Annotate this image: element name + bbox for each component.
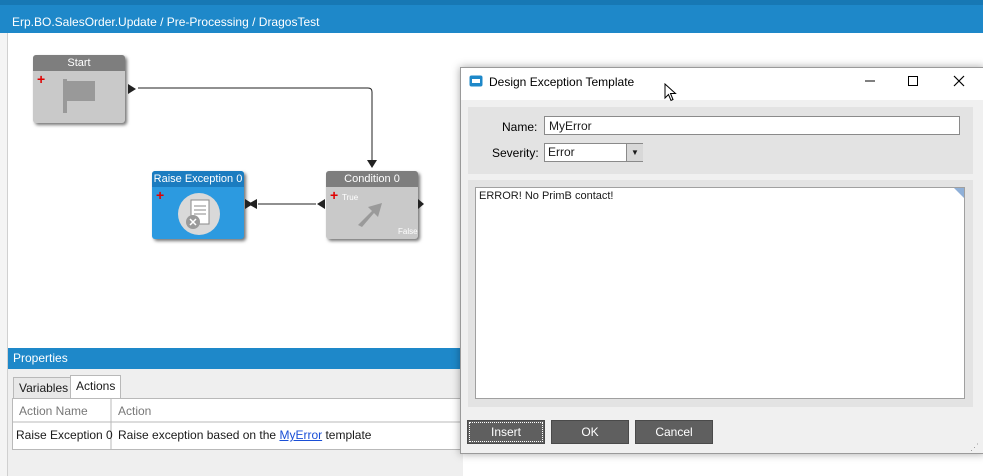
add-icon[interactable]: + [330,188,338,202]
insert-button[interactable]: Insert [467,420,545,444]
properties-title: Properties [13,351,68,365]
start-node[interactable]: Start + [33,55,125,123]
raise-exception-node[interactable]: Raise Exception 0 + [152,171,244,239]
chevron-down-icon[interactable]: ▼ [626,144,643,161]
start-output-port[interactable] [128,84,136,94]
raise-exception-node-title: Raise Exception 0 [152,171,244,187]
severity-label: Severity: [492,146,539,160]
corner-marker-icon [954,188,964,198]
maximize-icon [908,76,918,86]
action-text-suffix: template [322,428,372,442]
template-link[interactable]: MyError [279,428,322,442]
close-icon [953,75,965,87]
tab-variables[interactable]: Variables [13,377,75,399]
exception-document-icon [178,193,220,235]
add-icon[interactable]: + [37,72,45,86]
name-label: Name: [502,120,538,134]
maximize-button[interactable] [898,72,928,92]
condition-output-port[interactable] [418,199,424,209]
add-icon[interactable]: + [156,188,164,202]
flag-icon [63,79,95,113]
column-header-action-name[interactable]: Action Name [19,400,88,422]
condition-node[interactable]: Condition 0 + True False [326,171,418,239]
ok-button[interactable]: OK [551,420,629,444]
decision-icon [358,203,382,227]
dialog-title: Design Exception Template [489,75,635,89]
close-button[interactable] [944,72,974,92]
table-row-action[interactable]: Raise exception based on the MyError tem… [118,424,371,446]
resize-grip-icon[interactable]: ⋰ [970,442,979,453]
properties-header [8,348,463,369]
start-node-title: Start [33,55,125,71]
minimize-icon [865,80,875,82]
table-row-action-name[interactable]: Raise Exception 0 [16,424,113,446]
condition-input-port[interactable] [317,199,325,209]
tab-actions[interactable]: Actions [70,375,122,399]
column-header-action[interactable]: Action [118,400,151,422]
name-input[interactable]: MyError [544,116,960,135]
mouse-cursor-icon [664,83,677,102]
condition-node-title: Condition 0 [326,171,418,187]
cancel-button[interactable]: Cancel [635,420,713,444]
dialog-app-icon [469,75,483,87]
action-text-prefix: Raise exception based on the [118,428,280,442]
false-branch-label: False [398,227,418,236]
minimize-button[interactable] [855,72,885,92]
message-textarea[interactable]: ERROR! No PrimB contact! [475,187,965,399]
raise-exception-input-port[interactable] [245,199,253,209]
